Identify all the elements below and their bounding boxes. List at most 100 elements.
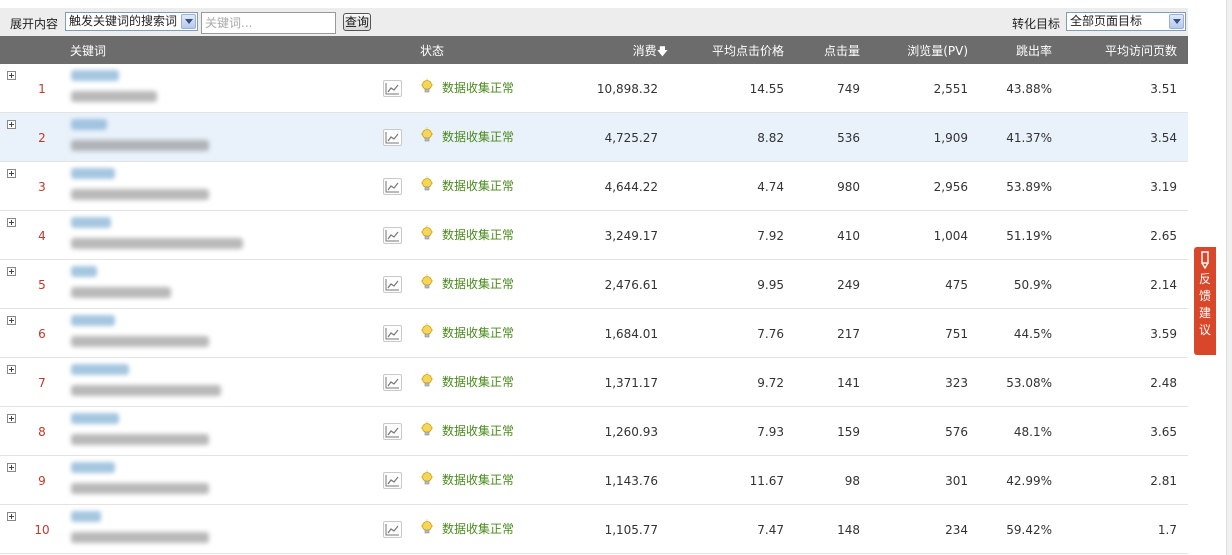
- avg-cpc-value: 7.93: [757, 425, 784, 439]
- keyword-link-redacted[interactable]: [71, 168, 115, 179]
- keyword-link-redacted[interactable]: [71, 217, 111, 228]
- table-header: 关键词 状态 消费🡇 平均点击价格 点击量 浏览量(PV) 跳出率 平均访问页数: [0, 36, 1188, 64]
- bounce-rate-value: 48.1%: [1013, 425, 1052, 439]
- header-keyword[interactable]: 关键词: [70, 42, 106, 59]
- avg-cpc-value: 14.55: [749, 82, 784, 96]
- lightbulb-icon: [421, 78, 433, 93]
- table-row[interactable]: 5 数据收集正常 2,476.61 9.95 249 475 50.9% 2.14: [0, 260, 1188, 309]
- table-row[interactable]: 9 数据收集正常 1,143.76 11.67 98 301 42.99% 2.81: [0, 456, 1188, 505]
- avg-cpc-value: 8.82: [757, 131, 784, 145]
- line-chart-icon[interactable]: [383, 178, 402, 195]
- chevron-down-icon: [181, 14, 196, 29]
- row-rank: 4: [38, 229, 46, 243]
- line-chart-icon[interactable]: [383, 276, 402, 293]
- plus-box-icon[interactable]: [7, 71, 16, 80]
- clicks-value: 980: [837, 180, 860, 194]
- bounce-rate-value: 41.37%: [1006, 131, 1052, 145]
- avg-pages-value: 3.54: [1150, 131, 1177, 145]
- avg-cpc-value: 9.72: [757, 376, 784, 390]
- status-text: 数据收集正常: [442, 326, 515, 340]
- plus-box-icon[interactable]: [7, 218, 16, 227]
- plus-box-icon[interactable]: [7, 414, 16, 423]
- line-chart-icon[interactable]: [383, 423, 402, 440]
- conversion-goal-select[interactable]: 全部页面目标: [1066, 12, 1186, 31]
- search-terms-redacted: [71, 532, 209, 543]
- table-row[interactable]: 6 数据收集正常 1,684.01 7.76 217 751 44.5% 3.59: [0, 309, 1188, 358]
- pageviews-value: 2,551: [933, 82, 968, 96]
- conversion-goal-label: 转化目标: [1012, 17, 1061, 31]
- keyword-link-redacted[interactable]: [71, 364, 129, 375]
- table-row[interactable]: 1 数据收集正常 10,898.32 14.55 749 2,551 43.88% 3.51: [0, 64, 1188, 113]
- keyword-link-redacted[interactable]: [71, 315, 115, 326]
- lightbulb-icon: [421, 274, 433, 289]
- table-row[interactable]: 4 数据收集正常 3,249.17 7.92 410 1,004 51.19% 2.65: [0, 211, 1188, 260]
- search-terms-redacted: [71, 238, 243, 249]
- search-terms-redacted: [71, 140, 209, 151]
- pageviews-value: 1,909: [933, 131, 968, 145]
- keyword-link-redacted[interactable]: [71, 511, 101, 522]
- header-bounce-rate[interactable]: 跳出率: [990, 42, 1052, 59]
- cost-value: 1,143.76: [604, 474, 658, 488]
- row-rank: 3: [38, 180, 46, 194]
- header-pageviews[interactable]: 浏览量(PV): [880, 42, 968, 59]
- keyword-link-redacted[interactable]: [71, 413, 119, 424]
- query-button[interactable]: 查询: [343, 13, 371, 31]
- plus-box-icon[interactable]: [7, 267, 16, 276]
- avg-pages-value: 2.65: [1150, 229, 1177, 243]
- row-rank: 2: [38, 131, 46, 145]
- feedback-label-char: 建: [1198, 306, 1211, 320]
- table-row[interactable]: 8 数据收集正常 1,260.93 7.93 159 576 48.1% 3.65: [0, 407, 1188, 456]
- search-terms-redacted: [71, 434, 209, 445]
- keyword-link-redacted[interactable]: [71, 119, 107, 130]
- status-text: 数据收集正常: [442, 81, 515, 95]
- line-chart-icon[interactable]: [383, 472, 402, 489]
- lightbulb-icon: [421, 127, 433, 142]
- search-terms-redacted: [71, 189, 209, 200]
- filter-type-select[interactable]: 触发关键词的搜索词: [65, 12, 198, 31]
- keyword-search-input[interactable]: [201, 12, 336, 34]
- pageviews-value: 234: [945, 523, 968, 537]
- keyword-link-redacted[interactable]: [71, 462, 115, 473]
- clicks-value: 410: [837, 229, 860, 243]
- line-chart-icon[interactable]: [383, 325, 402, 342]
- plus-box-icon[interactable]: [7, 463, 16, 472]
- row-rank: 5: [38, 278, 46, 292]
- plus-box-icon[interactable]: [7, 365, 16, 374]
- line-chart-icon[interactable]: [383, 374, 402, 391]
- clicks-value: 217: [837, 327, 860, 341]
- line-chart-icon[interactable]: [383, 129, 402, 146]
- avg-cpc-value: 4.74: [757, 180, 784, 194]
- line-chart-icon[interactable]: [383, 227, 402, 244]
- header-avg-cpc[interactable]: 平均点击价格: [690, 42, 784, 59]
- lightbulb-icon: [421, 470, 433, 485]
- table-row[interactable]: 10 数据收集正常 1,105.77 7.47 148 234 59.42% 1.7: [0, 505, 1188, 554]
- header-cost-label: 消费: [632, 44, 657, 58]
- avg-cpc-value: 7.47: [757, 523, 784, 537]
- lightbulb-icon: [421, 225, 433, 240]
- plus-box-icon[interactable]: [7, 316, 16, 325]
- plus-box-icon[interactable]: [7, 169, 16, 178]
- clicks-value: 749: [837, 82, 860, 96]
- line-chart-icon[interactable]: [383, 521, 402, 538]
- table-row[interactable]: 2 数据收集正常 4,725.27 8.82 536 1,909 41.37% 3.54: [0, 113, 1188, 162]
- feedback-button[interactable]: 反馈建议: [1194, 247, 1216, 355]
- status-text: 数据收集正常: [442, 130, 515, 144]
- keyword-link-redacted[interactable]: [71, 266, 97, 277]
- header-avg-pages[interactable]: 平均访问页数: [1080, 42, 1177, 59]
- plus-box-icon[interactable]: [7, 120, 16, 129]
- status-text: 数据收集正常: [442, 522, 515, 536]
- status-text: 数据收集正常: [442, 424, 515, 438]
- lightbulb-icon: [421, 372, 433, 387]
- plus-box-icon[interactable]: [7, 512, 16, 521]
- cost-value: 2,476.61: [604, 278, 658, 292]
- page-scrollbar[interactable]: [1226, 0, 1232, 555]
- header-cost[interactable]: 消费🡇: [600, 42, 668, 62]
- header-clicks[interactable]: 点击量: [800, 42, 860, 59]
- row-rank: 6: [38, 327, 46, 341]
- line-chart-icon[interactable]: [383, 80, 402, 97]
- keyword-link-redacted[interactable]: [71, 70, 119, 81]
- table-row[interactable]: 7 数据收集正常 1,371.17 9.72 141 323 53.08% 2.48: [0, 358, 1188, 407]
- search-terms-redacted: [71, 483, 209, 494]
- status-text: 数据收集正常: [442, 375, 515, 389]
- table-row[interactable]: 3 数据收集正常 4,644.22 4.74 980 2,956 53.89% 3.19: [0, 162, 1188, 211]
